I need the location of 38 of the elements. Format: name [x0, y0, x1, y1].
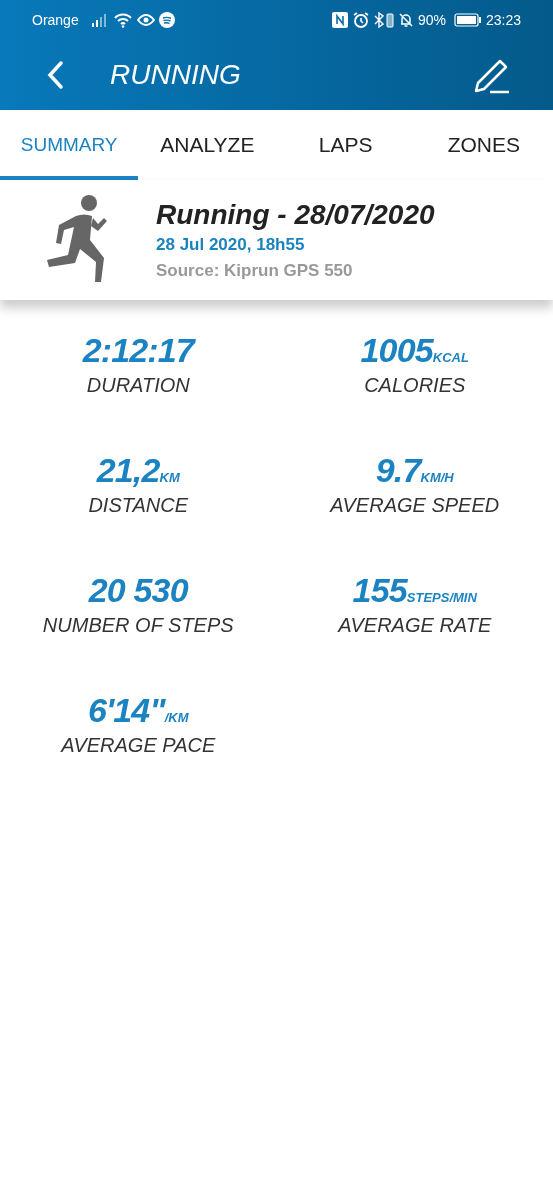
- stat-value: 2:12:17: [82, 330, 194, 370]
- stat-unit: KM: [159, 470, 180, 485]
- stat-value: 155: [352, 570, 407, 610]
- stat-unit: /KM: [164, 710, 189, 727]
- stat-unit: STEPS/MIN: [406, 590, 477, 607]
- back-icon[interactable]: [46, 60, 64, 90]
- stat-label: AVERAGE RATE: [338, 613, 492, 638]
- nfc-icon: [331, 12, 348, 28]
- stat-label: CALORIES: [364, 373, 466, 398]
- eye-icon: [136, 13, 155, 27]
- activity-datetime: 28 Jul 2020, 18h55: [156, 234, 306, 256]
- bluetooth-icon: [373, 12, 384, 28]
- stat-value: 1005: [360, 330, 433, 370]
- clock-time: 23:23: [485, 10, 521, 30]
- stat-value: 20 530: [88, 570, 188, 610]
- carrier-name: Orange: [32, 10, 79, 30]
- battery-small-icon: [385, 12, 394, 28]
- stat-label: AVERAGE SPEED: [330, 493, 500, 518]
- stat-label: DISTANCE: [88, 493, 189, 518]
- screen-title: RUNNING: [110, 58, 241, 92]
- stat-label: NUMBER OF STEPS: [42, 613, 234, 638]
- mute-bell-icon: [397, 12, 414, 28]
- activity-source: Source: Kiprun GPS 550: [156, 259, 354, 282]
- stat-unit: KCAL: [432, 350, 469, 367]
- signal-icon: [90, 13, 109, 27]
- wifi-icon: [112, 12, 133, 28]
- tab[interactable]: LAPS: [276, 110, 415, 180]
- stat-value: 6'14": [88, 690, 165, 730]
- activity-title: Running - 28/07/2020: [156, 198, 435, 232]
- stat-label: AVERAGE PACE: [61, 733, 216, 758]
- battery-icon: [453, 13, 482, 27]
- alarm-icon: [351, 11, 370, 29]
- stat-label: DURATION: [86, 373, 190, 398]
- tab[interactable]: ANALYZE: [138, 110, 277, 180]
- tab[interactable]: ZONES: [414, 110, 553, 180]
- stat-value: 9.7: [375, 450, 421, 490]
- stat-value: 21,2: [96, 450, 160, 490]
- battery-percent: 90%: [417, 10, 446, 30]
